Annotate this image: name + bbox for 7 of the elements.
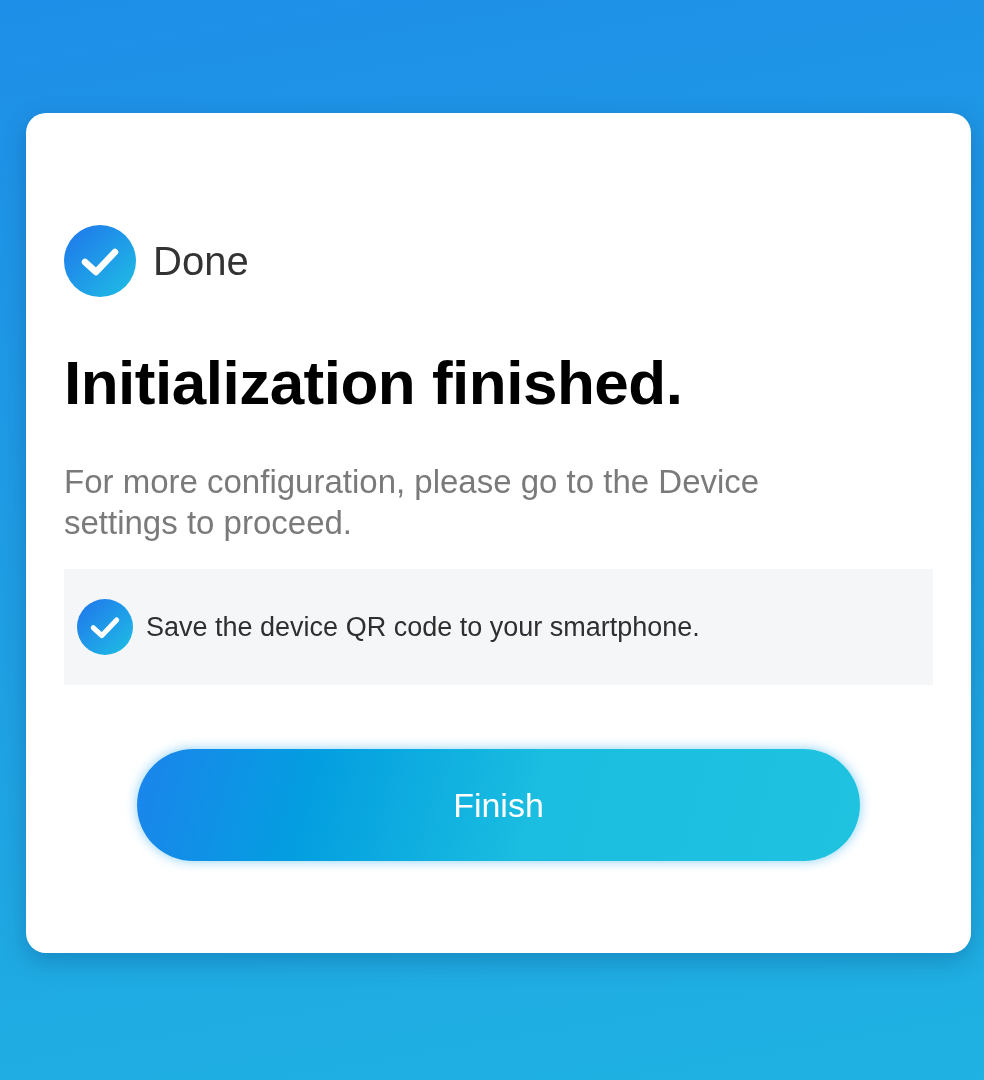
checkbox-icon[interactable] [77, 599, 133, 655]
option-label: Save the device QR code to your smartphone. [146, 611, 700, 644]
finish-button[interactable]: Finish [137, 749, 860, 861]
description-text: For more configuration, please go to the Device settings to proceed. [64, 462, 761, 543]
status-label: Done [153, 238, 249, 285]
check-circle-icon [64, 225, 136, 297]
dialog-title: Initialization finished. [64, 347, 684, 419]
